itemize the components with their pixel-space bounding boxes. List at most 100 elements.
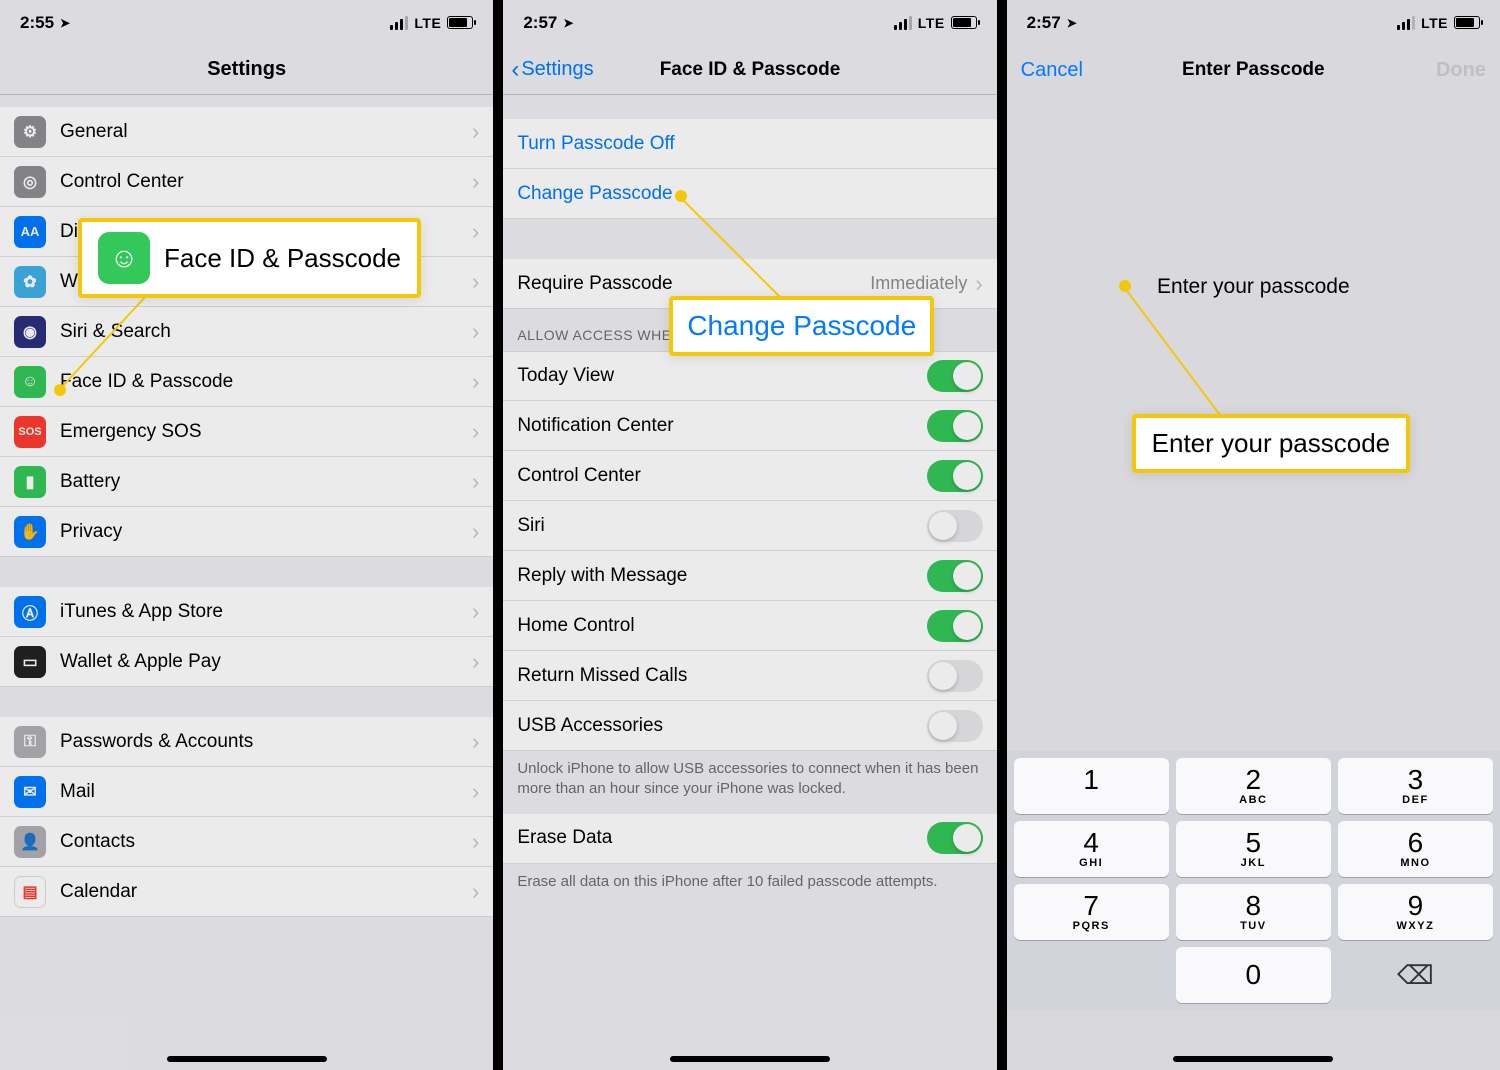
callout-text: Face ID & Passcode bbox=[164, 243, 401, 274]
navbar-title: Settings bbox=[207, 58, 286, 81]
key-5[interactable]: 5JKL bbox=[1176, 821, 1331, 877]
status-bar: 2:57➤ LTE bbox=[1007, 0, 1500, 45]
key-4[interactable]: 4GHI bbox=[1014, 821, 1169, 877]
row-label: Privacy bbox=[60, 521, 472, 543]
status-time: 2:57 bbox=[523, 13, 557, 33]
link-label: Change Passcode bbox=[517, 183, 982, 205]
phone-settings: 2:55➤ LTE Settings ⚙General› ◎Control Ce… bbox=[0, 0, 493, 1070]
toggle-switch[interactable] bbox=[927, 610, 983, 642]
row-calendar[interactable]: ▤Calendar› bbox=[0, 867, 493, 917]
key-7[interactable]: 7PQRS bbox=[1014, 884, 1169, 940]
passcode-prompt: Enter your passcode bbox=[1007, 275, 1500, 299]
back-button[interactable]: ‹Settings bbox=[511, 58, 593, 82]
row-label: Require Passcode bbox=[517, 273, 870, 295]
chevron-icon: › bbox=[472, 319, 479, 345]
row-toggle-control-center[interactable]: Control Center bbox=[503, 451, 996, 501]
row-erase-data[interactable]: Erase Data bbox=[503, 814, 996, 864]
row-label: Contacts bbox=[60, 831, 472, 853]
phone-faceid-passcode: 2:57 ➤ LTE ‹Settings Face ID & Passcode T… bbox=[493, 0, 996, 1070]
network-label: LTE bbox=[1421, 15, 1448, 31]
chevron-left-icon: ‹ bbox=[511, 58, 519, 82]
key-2[interactable]: 2ABC bbox=[1176, 758, 1331, 814]
navbar-title: Enter Passcode bbox=[1182, 59, 1325, 81]
toggle-erase-data[interactable] bbox=[927, 822, 983, 854]
callout-text: Change Passcode bbox=[687, 310, 916, 342]
chevron-icon: › bbox=[472, 879, 479, 905]
link-turn-passcode-off[interactable]: Turn Passcode Off bbox=[503, 119, 996, 169]
row-siri[interactable]: ◉Siri & Search› bbox=[0, 307, 493, 357]
toggle-switch[interactable] bbox=[927, 710, 983, 742]
key-6[interactable]: 6MNO bbox=[1338, 821, 1493, 877]
status-time: 2:55 bbox=[20, 13, 54, 33]
key-1[interactable]: 1 bbox=[1014, 758, 1169, 814]
row-toggle-today-view[interactable]: Today View bbox=[503, 351, 996, 401]
row-toggle-home-control[interactable]: Home Control bbox=[503, 601, 996, 651]
home-indicator[interactable] bbox=[1173, 1056, 1333, 1062]
chevron-icon: › bbox=[472, 829, 479, 855]
toggle-switch[interactable] bbox=[927, 360, 983, 392]
sliders-icon: ◎ bbox=[14, 166, 46, 198]
status-bar: 2:57 ➤ LTE bbox=[503, 0, 996, 45]
location-icon: ➤ bbox=[563, 16, 573, 30]
row-privacy[interactable]: ✋Privacy› bbox=[0, 507, 493, 557]
toggle-switch[interactable] bbox=[927, 560, 983, 592]
key-8[interactable]: 8TUV bbox=[1176, 884, 1331, 940]
toggle-switch[interactable] bbox=[927, 660, 983, 692]
status-time: 2:57 bbox=[1027, 13, 1061, 33]
faceid-callout-icon: ☺ bbox=[98, 232, 150, 284]
key-3[interactable]: 3DEF bbox=[1338, 758, 1493, 814]
battery-row-icon: ▮ bbox=[14, 466, 46, 498]
row-mail[interactable]: ✉Mail› bbox=[0, 767, 493, 817]
mail-icon: ✉ bbox=[14, 776, 46, 808]
row-label: Control Center bbox=[60, 171, 472, 193]
row-control-center[interactable]: ◎Control Center› bbox=[0, 157, 493, 207]
row-toggle-notification-center[interactable]: Notification Center bbox=[503, 401, 996, 451]
home-indicator[interactable] bbox=[670, 1056, 830, 1062]
row-toggle-return-missed-calls[interactable]: Return Missed Calls bbox=[503, 651, 996, 701]
row-label: General bbox=[60, 121, 472, 143]
chevron-icon: › bbox=[472, 599, 479, 625]
row-toggle-reply-with-message[interactable]: Reply with Message bbox=[503, 551, 996, 601]
row-toggle-siri[interactable]: Siri bbox=[503, 501, 996, 551]
key-empty bbox=[1014, 947, 1169, 1003]
row-faceid-passcode[interactable]: ☺Face ID & Passcode› bbox=[0, 357, 493, 407]
row-label: Battery bbox=[60, 471, 472, 493]
row-label: Erase Data bbox=[517, 827, 926, 849]
chevron-icon: › bbox=[472, 779, 479, 805]
backspace-key[interactable]: ⌫ bbox=[1338, 947, 1493, 1003]
signal-icon bbox=[1397, 16, 1415, 30]
cancel-button[interactable]: Cancel bbox=[1021, 59, 1083, 82]
row-label: Control Center bbox=[517, 465, 926, 487]
key-0[interactable]: 0 bbox=[1176, 947, 1331, 1003]
sos-icon: SOS bbox=[14, 416, 46, 448]
link-label: Turn Passcode Off bbox=[517, 133, 982, 155]
row-emergency-sos[interactable]: SOSEmergency SOS› bbox=[0, 407, 493, 457]
network-label: LTE bbox=[918, 15, 945, 31]
network-label: LTE bbox=[414, 15, 441, 31]
toggle-switch[interactable] bbox=[927, 460, 983, 492]
appstore-icon: Ⓐ bbox=[14, 596, 46, 628]
navbar: ‹Settings Face ID & Passcode bbox=[503, 45, 996, 95]
link-change-passcode[interactable]: Change Passcode bbox=[503, 169, 996, 219]
home-indicator[interactable] bbox=[167, 1056, 327, 1062]
faceid-icon: ☺ bbox=[14, 366, 46, 398]
row-label: Emergency SOS bbox=[60, 421, 472, 443]
row-label: Wallet & Apple Pay bbox=[60, 651, 472, 673]
row-wallet[interactable]: ▭Wallet & Apple Pay› bbox=[0, 637, 493, 687]
done-button[interactable]: Done bbox=[1436, 59, 1486, 82]
key-9[interactable]: 9WXYZ bbox=[1338, 884, 1493, 940]
row-passwords[interactable]: ⚿Passwords & Accounts› bbox=[0, 717, 493, 767]
row-general[interactable]: ⚙General› bbox=[0, 107, 493, 157]
text-size-icon: AA bbox=[14, 216, 46, 248]
row-contacts[interactable]: 👤Contacts› bbox=[0, 817, 493, 867]
signal-icon bbox=[390, 16, 408, 30]
row-itunes-appstore[interactable]: ⒶiTunes & App Store› bbox=[0, 587, 493, 637]
row-battery[interactable]: ▮Battery› bbox=[0, 457, 493, 507]
signal-icon bbox=[894, 16, 912, 30]
toggle-switch[interactable] bbox=[927, 510, 983, 542]
row-toggle-usb-accessories[interactable]: USB Accessories bbox=[503, 701, 996, 751]
toggle-switch[interactable] bbox=[927, 410, 983, 442]
row-label: Home Control bbox=[517, 615, 926, 637]
row-label: Notification Center bbox=[517, 415, 926, 437]
phone-enter-passcode: 2:57➤ LTE Cancel Enter Passcode Done Ent… bbox=[997, 0, 1500, 1070]
